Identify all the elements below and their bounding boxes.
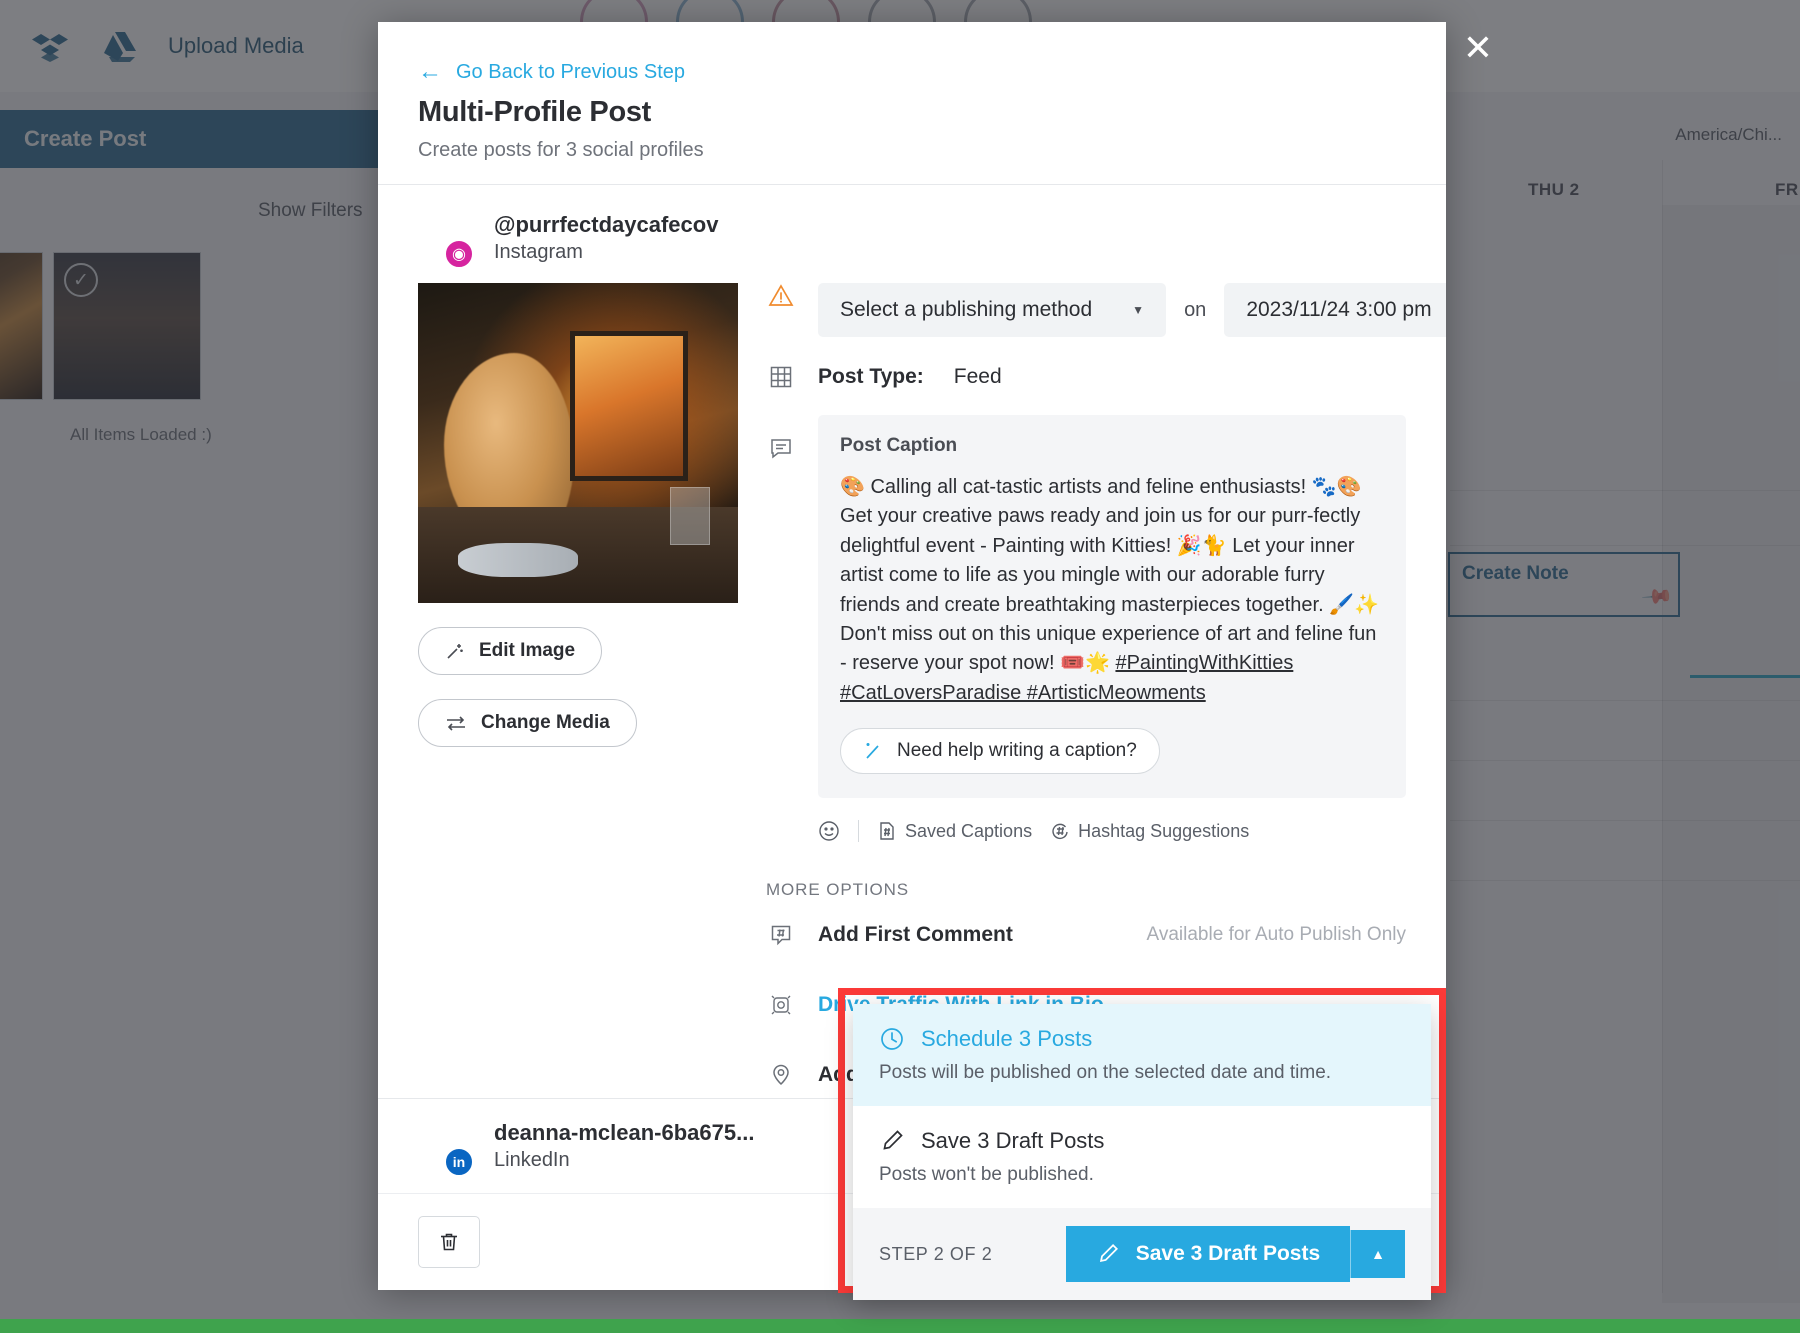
link-bio-icon <box>766 993 796 1017</box>
page-title: Multi-Profile Post <box>418 96 652 128</box>
post-caption-title: Post Caption <box>840 435 958 456</box>
edit-image-label: Edit Image <box>479 640 576 661</box>
go-back-label: Go Back to Previous Step <box>456 60 686 83</box>
dialog-header: ← Go Back to Previous Step Multi-Profile… <box>378 22 1446 185</box>
trash-icon <box>437 1230 461 1254</box>
arrow-left-icon: ← <box>418 58 442 85</box>
media-column: Edit Image Change Media <box>418 283 738 1098</box>
avatar: ◉ <box>418 211 474 269</box>
post-caption-text[interactable]: 🎨 Calling all cat-tastic artists and fel… <box>840 473 1384 708</box>
more-options-header: MORE OPTIONS <box>766 880 910 900</box>
clock-icon <box>879 1026 905 1052</box>
chevron-up-icon: ▲ <box>1371 1246 1385 1262</box>
caption-help-label: Need help writing a caption? <box>897 740 1137 762</box>
post-type-value: Feed <box>953 365 1002 388</box>
bottom-status-bar <box>0 1319 1800 1333</box>
delete-button[interactable] <box>418 1216 480 1268</box>
edit-image-button[interactable]: Edit Image <box>418 627 603 675</box>
dropdown-option-label: Save 3 Draft Posts <box>921 1128 1105 1153</box>
pencil-icon <box>1096 1242 1120 1266</box>
comment-icon <box>766 437 796 461</box>
post-image-preview[interactable] <box>418 283 738 603</box>
dropdown-option-schedule[interactable]: Schedule 3 Posts Posts will be published… <box>853 1004 1431 1106</box>
dropdown-option-draft[interactable]: Save 3 Draft Posts Posts won't be publis… <box>853 1106 1431 1208</box>
change-media-button[interactable]: Change Media <box>418 699 637 747</box>
saved-captions-button[interactable]: Saved Captions <box>877 821 1032 842</box>
profile-handle: deanna-mclean-6ba675... <box>494 1120 755 1145</box>
magic-wand-icon <box>445 641 465 661</box>
hash-comment-icon <box>766 923 796 947</box>
hashtag-suggestions-button[interactable]: Hashtag Suggestions <box>1050 821 1249 842</box>
dropdown-footer: STEP 2 OF 2 Save 3 Draft Posts ▲ <box>853 1208 1431 1300</box>
saved-captions-label: Saved Captions <box>905 820 1033 841</box>
caption-help-button[interactable]: Need help writing a caption? <box>840 728 1160 775</box>
grid-icon <box>766 365 796 389</box>
swap-arrows-icon <box>445 713 467 733</box>
publishing-method-value: Select a publishing method <box>840 298 1093 321</box>
publish-method-dropdown: Schedule 3 Posts Posts will be published… <box>853 1004 1431 1300</box>
location-pin-icon <box>766 1063 796 1087</box>
chevron-down-icon: ▼ <box>1132 303 1145 317</box>
caption-body: 🎨 Calling all cat-tastic artists and fel… <box>840 476 1379 675</box>
avatar: in <box>418 1119 474 1177</box>
go-back-link[interactable]: ← Go Back to Previous Step <box>418 60 1406 84</box>
emoji-icon[interactable] <box>818 820 840 842</box>
divider <box>858 820 859 843</box>
profile-handle: @purrfectdaycafecov <box>494 212 719 237</box>
close-icon[interactable]: ✕ <box>1456 28 1500 72</box>
post-editor-columns: Edit Image Change Media Select a publish… <box>378 283 1446 1098</box>
profile-network: Instagram <box>494 241 583 263</box>
instagram-icon: ◉ <box>444 239 474 269</box>
save-draft-posts-button[interactable]: Save 3 Draft Posts <box>1065 1226 1351 1282</box>
option-add-first-comment[interactable]: Add First Comment Available for Auto Pub… <box>766 900 1406 970</box>
caption-block: Post Caption 🎨 Calling all cat-tastic ar… <box>766 415 1406 799</box>
step-indicator: STEP 2 OF 2 <box>879 1243 993 1264</box>
pencil-icon <box>879 1128 905 1154</box>
publishing-method-row: Select a publishing method ▼ on 2023/11/… <box>766 283 1446 337</box>
post-type-row: Post Type: Feed <box>766 365 1406 389</box>
linkedin-icon: in <box>444 1147 474 1177</box>
dialog-body: ◉ @purrfectdaycafecov Instagram Edit Ima… <box>378 185 1446 1098</box>
save-draft-dropdown-toggle[interactable]: ▲ <box>1350 1230 1405 1278</box>
publishing-method-select[interactable]: Select a publishing method ▼ <box>818 283 1167 337</box>
dropdown-option-label: Schedule 3 Posts <box>921 1026 1093 1051</box>
profile-header-instagram: ◉ @purrfectdaycafecov Instagram <box>378 185 1446 283</box>
option-note: Available for Auto Publish Only <box>1146 924 1406 946</box>
hashtag-suggestions-label: Hashtag Suggestions <box>1078 820 1250 841</box>
caption-toolbar: Saved Captions Hashtag Suggestions <box>766 820 1406 843</box>
page-subtitle: Create posts for 3 social profiles <box>418 139 704 161</box>
change-media-label: Change Media <box>481 712 610 733</box>
on-label: on <box>1184 298 1207 321</box>
dropdown-option-desc: Posts won't be published. <box>879 1164 1094 1185</box>
ai-wand-icon <box>863 740 885 762</box>
profile-network: LinkedIn <box>494 1149 570 1171</box>
post-caption-card[interactable]: Post Caption 🎨 Calling all cat-tastic ar… <box>818 415 1406 799</box>
post-fields-column: Select a publishing method ▼ on 2023/11/… <box>738 283 1446 1098</box>
warning-triangle-icon <box>766 283 796 309</box>
option-label: Add First Comment <box>818 923 1013 947</box>
post-type-label: Post Type: <box>818 365 924 388</box>
schedule-datetime-select[interactable]: 2023/11/24 3:00 pm ▼ <box>1224 283 1446 337</box>
dropdown-option-desc: Posts will be published on the selected … <box>879 1062 1332 1083</box>
schedule-datetime-value: 2023/11/24 3:00 pm <box>1246 298 1432 321</box>
save-draft-posts-label: Save 3 Draft Posts <box>1135 1242 1321 1265</box>
